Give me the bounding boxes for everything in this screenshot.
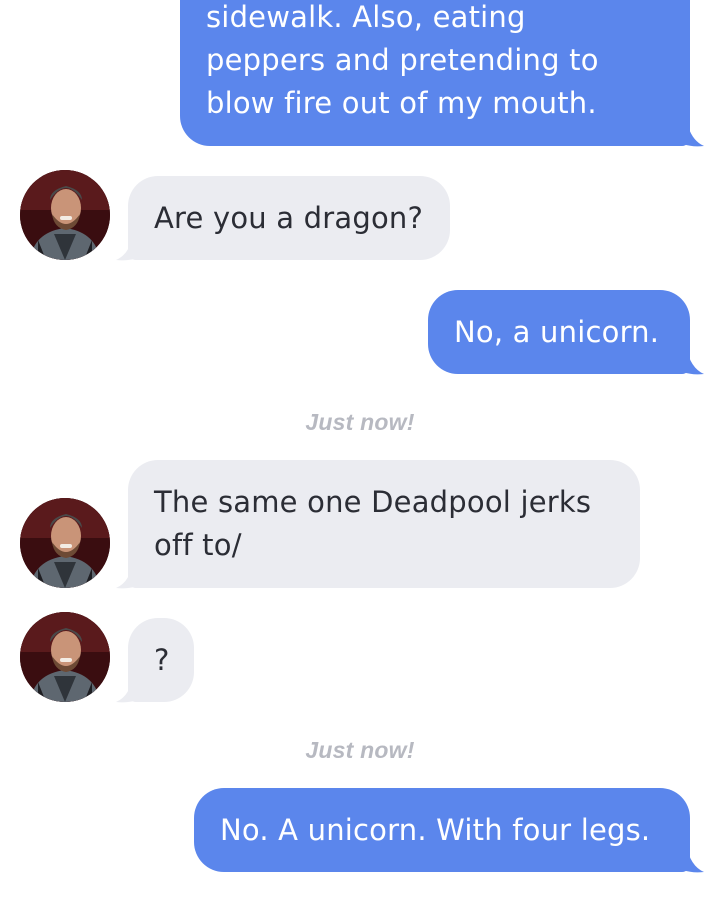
incoming-message[interactable]: Are you a dragon? bbox=[128, 176, 450, 260]
profile-photo-icon bbox=[20, 170, 110, 260]
timestamp: Just now! bbox=[305, 409, 415, 435]
message-text: No, a unicorn. bbox=[454, 314, 660, 349]
message-text: No. A unicorn. With four legs. bbox=[220, 812, 651, 847]
incoming-bubble-tail bbox=[116, 674, 148, 703]
outgoing-bubble-tail bbox=[672, 346, 704, 375]
outgoing-bubble-tail bbox=[672, 844, 704, 873]
outgoing-bubble-tail bbox=[672, 118, 704, 147]
avatar[interactable] bbox=[20, 170, 110, 260]
outgoing-message[interactable]: No, a unicorn. bbox=[428, 290, 690, 374]
incoming-message[interactable]: The same one Deadpool jerks off to/ bbox=[128, 460, 640, 588]
message-text: ? bbox=[154, 642, 170, 677]
chat-screen: sidewalk. Also, eating peppers and prete… bbox=[0, 0, 720, 897]
outgoing-message[interactable]: No. A unicorn. With four legs. bbox=[194, 788, 690, 872]
message-text: sidewalk. Also, eating peppers and prete… bbox=[206, 0, 599, 120]
profile-photo-icon bbox=[20, 498, 110, 588]
timestamp: Just now! bbox=[305, 737, 415, 763]
message-text: The same one Deadpool jerks off to/ bbox=[154, 485, 592, 562]
outgoing-message[interactable]: sidewalk. Also, eating peppers and prete… bbox=[180, 0, 690, 146]
avatar[interactable] bbox=[20, 612, 110, 702]
incoming-bubble-tail bbox=[116, 560, 148, 589]
profile-photo-icon bbox=[20, 612, 110, 702]
incoming-bubble-tail bbox=[116, 232, 148, 261]
message-text: Are you a dragon? bbox=[154, 200, 424, 235]
avatar[interactable] bbox=[20, 498, 110, 588]
